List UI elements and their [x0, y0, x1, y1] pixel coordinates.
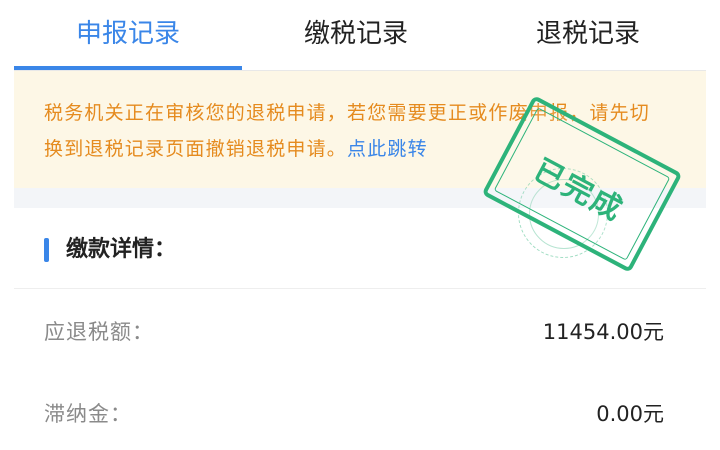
tab-payment-records[interactable]: 缴税记录 [242, 0, 470, 68]
refund-amount-label: 应退税额： [44, 320, 154, 344]
section-title: 缴款详情： [66, 237, 177, 262]
tab-refund-records[interactable]: 退税记录 [470, 0, 706, 68]
refund-amount-value: 11454.00元 [542, 320, 664, 344]
tab-bar: 申报记录 缴税记录 退税记录 [0, 0, 720, 71]
detail-row-late-fee: 滞纳金： 0.00元 [14, 378, 706, 450]
late-fee-label: 滞纳金： [44, 402, 132, 426]
row-divider [14, 288, 706, 289]
jump-link[interactable]: 点此跳转 [347, 138, 428, 160]
detail-row-refund-amount: 应退税额： 11454.00元 [14, 296, 706, 368]
tab-declaration-records[interactable]: 申报记录 [14, 0, 242, 68]
late-fee-value: 0.00元 [596, 402, 664, 426]
section-accent-bar [44, 238, 49, 262]
